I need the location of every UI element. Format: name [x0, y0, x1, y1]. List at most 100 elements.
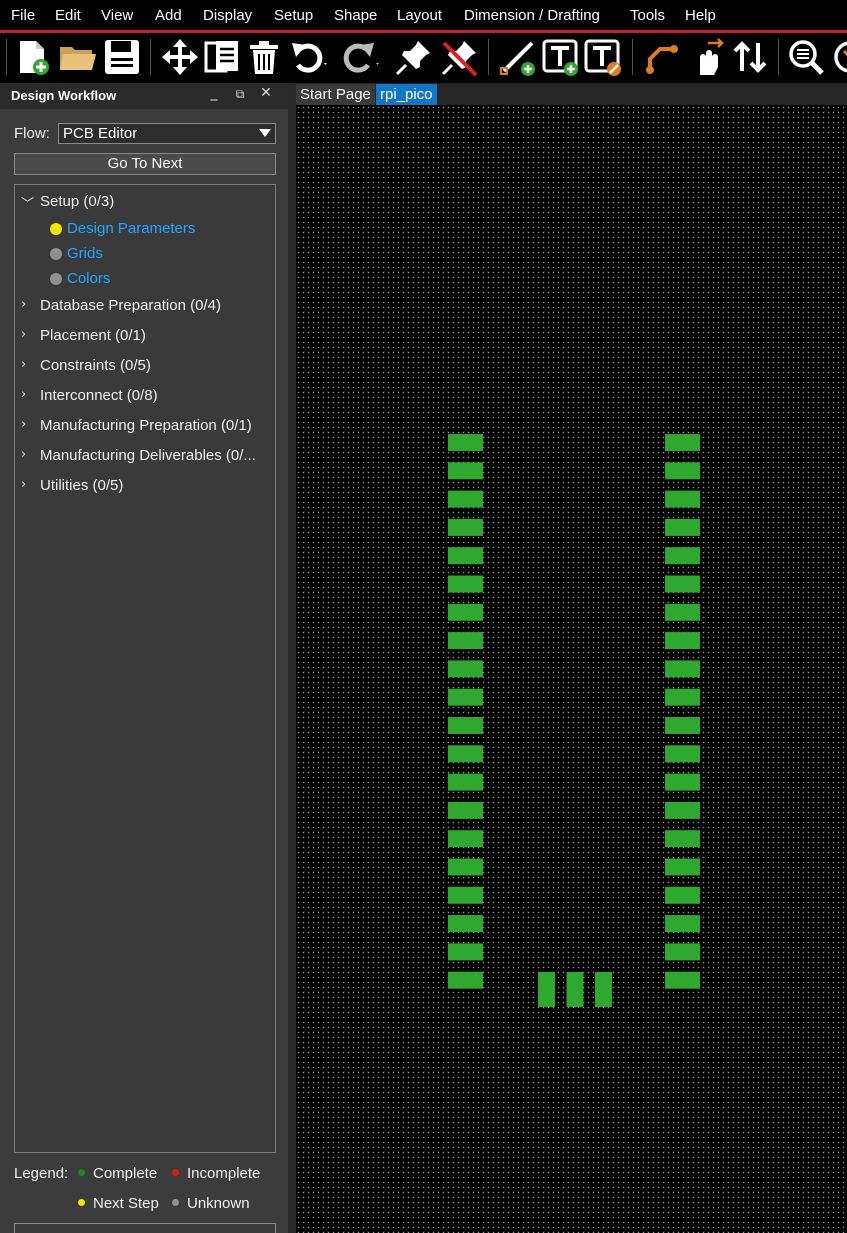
save-icon[interactable] — [102, 37, 142, 77]
pad-left[interactable] — [448, 660, 483, 678]
tree-item-placement[interactable]: › Placement (0/1) — [15, 327, 277, 349]
zoom-icon[interactable] — [786, 37, 826, 77]
tree-item-database-preparation[interactable]: › Database Preparation (0/4) — [15, 297, 277, 319]
pad-left[interactable] — [448, 943, 483, 961]
chevron-right-icon[interactable]: › — [21, 357, 26, 372]
pad-bottom[interactable] — [595, 972, 612, 1007]
copy-icon[interactable] — [202, 37, 242, 77]
chevron-right-icon[interactable]: › — [21, 477, 26, 492]
pad-right[interactable] — [665, 490, 700, 508]
add-text-icon[interactable] — [542, 37, 582, 77]
pad-left[interactable] — [448, 547, 483, 565]
pad-left[interactable] — [448, 830, 483, 848]
menu-file[interactable]: File — [11, 7, 35, 24]
tab-start-page[interactable]: Start Page — [296, 84, 375, 105]
pad-left[interactable] — [448, 434, 483, 451]
menu-setup[interactable]: Setup — [274, 7, 313, 24]
menu-display[interactable]: Display — [203, 7, 252, 24]
tree-item-design-parameters[interactable]: Design Parameters — [15, 219, 277, 241]
float-icon[interactable]: ⧉ — [232, 87, 248, 102]
tree-item-setup[interactable]: ﹀ Setup (0/3) — [15, 193, 277, 215]
pad-right[interactable] — [665, 773, 700, 791]
close-icon[interactable]: ✕ — [258, 85, 274, 101]
pad-left[interactable] — [448, 490, 483, 508]
pad-right[interactable] — [665, 632, 700, 650]
open-folder-icon[interactable] — [58, 37, 98, 77]
slide-icon[interactable] — [686, 37, 726, 77]
pad-right[interactable] — [665, 688, 700, 706]
menu-layout[interactable]: Layout — [397, 7, 442, 24]
pad-left[interactable] — [448, 915, 483, 933]
pad-left[interactable] — [448, 858, 483, 876]
pad-right[interactable] — [665, 717, 700, 734]
tree-item-constraints[interactable]: › Constraints (0/5) — [15, 357, 277, 379]
menu-add[interactable]: Add — [155, 7, 182, 24]
pad-bottom[interactable] — [566, 972, 584, 1007]
pad-left[interactable] — [448, 603, 483, 621]
tree-item-colors[interactable]: Colors — [15, 269, 277, 291]
move-icon[interactable] — [160, 37, 200, 77]
pad-left[interactable] — [448, 688, 483, 706]
unpin-icon[interactable] — [440, 37, 480, 77]
pad-left[interactable] — [448, 575, 483, 593]
pcb-canvas[interactable] — [296, 105, 847, 1233]
pad-right[interactable] — [665, 830, 700, 848]
pad-right[interactable] — [665, 745, 700, 763]
edit-text-icon[interactable] — [584, 37, 624, 77]
zoom-fit-icon[interactable] — [830, 37, 847, 77]
redo-icon[interactable] — [340, 37, 380, 77]
pin-icon[interactable] — [394, 37, 434, 77]
chevron-right-icon[interactable]: › — [21, 297, 26, 312]
add-connect-icon[interactable] — [642, 37, 682, 77]
pad-right[interactable] — [665, 858, 700, 876]
pad-right[interactable] — [665, 603, 700, 621]
pad-right[interactable] — [665, 943, 700, 961]
menu-help[interactable]: Help — [685, 7, 716, 24]
tree-item-grids[interactable]: Grids — [15, 244, 277, 266]
pad-right[interactable] — [665, 660, 700, 678]
tree-item-manufacturing-preparation[interactable]: › Manufacturing Preparation (0/1) — [15, 417, 277, 439]
flow-select[interactable]: PCB Editor — [58, 123, 276, 144]
pad-left[interactable] — [448, 462, 483, 480]
tree-item-utilities[interactable]: › Utilities (0/5) — [15, 477, 277, 499]
pad-right[interactable] — [665, 462, 700, 480]
menu-tools[interactable]: Tools — [630, 7, 665, 24]
minimize-icon[interactable]: _ — [206, 85, 222, 101]
menu-dimension-drafting[interactable]: Dimension / Drafting — [464, 7, 600, 24]
new-file-icon[interactable] — [14, 37, 54, 77]
chevron-right-icon[interactable]: › — [21, 327, 26, 342]
pad-left[interactable] — [448, 801, 483, 819]
menu-view[interactable]: View — [101, 7, 133, 24]
menu-shape[interactable]: Shape — [334, 7, 377, 24]
chevron-right-icon[interactable]: › — [21, 387, 26, 402]
pad-left[interactable] — [448, 886, 483, 904]
delete-icon[interactable] — [244, 37, 284, 77]
tree-item-interconnect[interactable]: › Interconnect (0/8) — [15, 387, 277, 409]
pad-right[interactable] — [665, 915, 700, 933]
pad-left[interactable] — [448, 773, 483, 791]
pad-right[interactable] — [665, 971, 700, 989]
pad-bottom[interactable] — [538, 972, 555, 1007]
pad-left[interactable] — [448, 632, 483, 650]
menu-edit[interactable]: Edit — [55, 7, 81, 24]
swap-icon[interactable] — [730, 37, 770, 77]
pad-right[interactable] — [665, 518, 700, 536]
tree-item-manufacturing-deliverables[interactable]: › Manufacturing Deliverables (0/... — [15, 447, 277, 469]
pad-left[interactable] — [448, 971, 483, 989]
pad-right[interactable] — [665, 434, 700, 451]
panel-splitter[interactable] — [288, 83, 296, 1233]
pad-left[interactable] — [448, 745, 483, 763]
chevron-right-icon[interactable]: › — [21, 447, 26, 462]
pad-left[interactable] — [448, 717, 483, 734]
go-to-next-button[interactable]: Go To Next — [14, 153, 276, 175]
undo-icon[interactable] — [288, 37, 328, 77]
pad-right[interactable] — [665, 801, 700, 819]
add-line-icon[interactable] — [498, 37, 538, 77]
pad-right[interactable] — [665, 886, 700, 904]
pad-right[interactable] — [665, 575, 700, 593]
pad-right[interactable] — [665, 547, 700, 565]
chevron-right-icon[interactable]: › — [21, 417, 26, 432]
pad-left[interactable] — [448, 518, 483, 536]
tab-rpi-pico[interactable]: rpi_pico — [376, 84, 437, 105]
chevron-down-icon[interactable]: ﹀ — [21, 193, 34, 212]
